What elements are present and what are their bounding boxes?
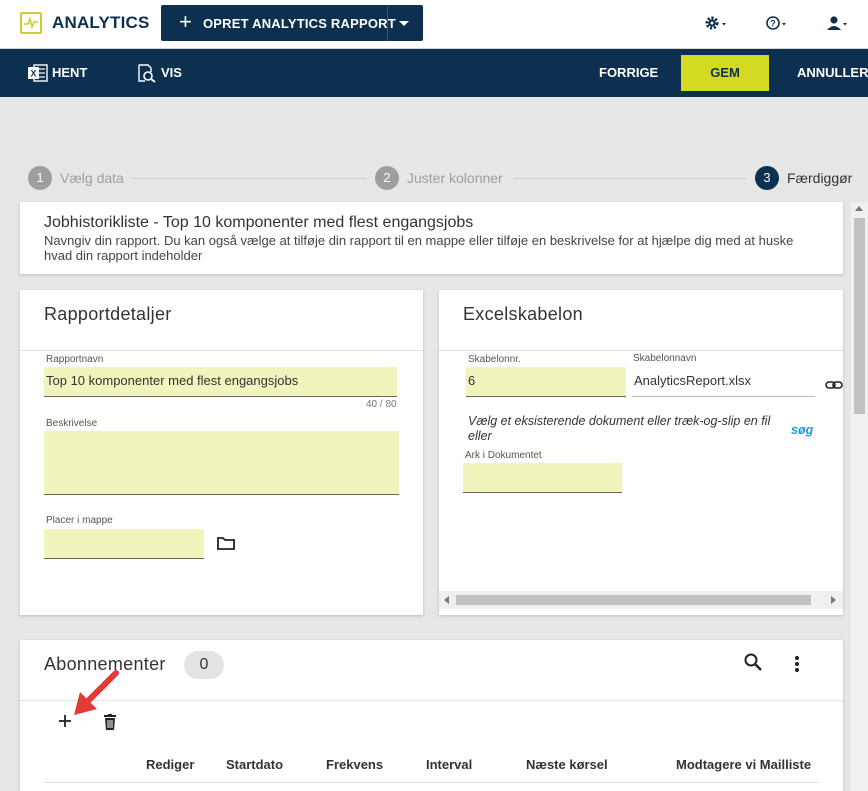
step-3-number: 3 bbox=[755, 166, 779, 190]
folder-icon[interactable] bbox=[217, 536, 235, 555]
column-header-rediger[interactable]: Rediger bbox=[146, 757, 194, 772]
step-1-number: 1 bbox=[28, 166, 52, 190]
user-account-icon[interactable] bbox=[826, 14, 850, 34]
scrollbar-thumb[interactable] bbox=[456, 595, 811, 605]
report-name-label: Rapportnavn bbox=[46, 354, 104, 365]
template-number-input[interactable]: 6 bbox=[466, 367, 626, 397]
action-bar: X HENT VIS FORRIGE GEM ANNULLER bbox=[0, 49, 868, 97]
gem-button[interactable]: GEM bbox=[681, 55, 769, 91]
report-details-card: Rapportdetaljer Rapportnavn Top 10 kompo… bbox=[20, 290, 423, 615]
annuller-button[interactable]: ANNULLER bbox=[797, 49, 868, 97]
settings-gear-icon[interactable] bbox=[703, 14, 727, 34]
report-title: Jobhistorikliste - Top 10 komponenter me… bbox=[44, 214, 474, 231]
scroll-up-arrow-icon[interactable] bbox=[855, 206, 863, 211]
report-details-header: Rapportdetaljer bbox=[20, 290, 423, 351]
template-upload-hint: Vælg et eksisterende dokument eller træk… bbox=[468, 414, 771, 443]
sheet-label: Ark i Dokumentet bbox=[465, 450, 542, 461]
vis-label: VIS bbox=[161, 65, 182, 80]
hent-label: HENT bbox=[52, 65, 88, 80]
app-title: ANALYTICS bbox=[52, 13, 150, 32]
step-3-label: Færdiggør bbox=[787, 170, 853, 186]
sheet-input[interactable] bbox=[463, 463, 622, 493]
description-textarea[interactable] bbox=[44, 431, 399, 495]
create-report-button[interactable]: + OPRET ANALYTICS RAPPORT bbox=[161, 5, 423, 41]
horizontal-scrollbar[interactable] bbox=[439, 591, 843, 609]
excel-template-header: Excelskabelon bbox=[439, 290, 843, 351]
button-divider bbox=[387, 5, 388, 41]
template-number-label: Skabelonnr. bbox=[468, 354, 521, 365]
preview-icon bbox=[138, 64, 156, 83]
folder-label: Placer i mappe bbox=[46, 515, 113, 526]
template-name-value: AnalyticsReport.xlsx bbox=[632, 367, 815, 397]
column-header-startdato[interactable]: Startdato bbox=[226, 757, 283, 772]
link-icon[interactable] bbox=[825, 377, 843, 395]
more-vertical-icon[interactable] bbox=[794, 655, 800, 678]
subscriptions-header: Abonnementer 0 bbox=[20, 640, 843, 701]
step-connector bbox=[513, 178, 747, 179]
help-icon[interactable]: ? bbox=[765, 14, 789, 34]
subscriptions-count-badge: 0 bbox=[184, 651, 224, 679]
scroll-left-arrow-icon[interactable] bbox=[444, 596, 449, 604]
forrige-button[interactable]: FORRIGE bbox=[599, 49, 658, 97]
excel-template-card: Excelskabelon Skabelonnr. 6 Skabelonnavn… bbox=[439, 290, 843, 615]
top-bar: ANALYTICS + OPRET ANALYTICS RAPPORT ? bbox=[0, 0, 868, 49]
vertical-scrollbar[interactable] bbox=[851, 202, 868, 791]
excel-icon: X bbox=[28, 64, 48, 82]
column-header-naeste-korsel[interactable]: Næste kørsel bbox=[526, 757, 608, 772]
plus-icon: + bbox=[179, 9, 192, 34]
template-name-label: Skabelonnavn bbox=[633, 353, 697, 364]
search-icon[interactable] bbox=[743, 652, 763, 677]
step-1-label: Vælg data bbox=[60, 170, 124, 186]
report-details-heading: Rapportdetaljer bbox=[44, 304, 172, 324]
scroll-right-arrow-icon[interactable] bbox=[831, 596, 836, 604]
report-instructions: Navngiv din rapport. Du kan også vælge a… bbox=[44, 233, 794, 263]
search-template-link[interactable]: søg bbox=[791, 423, 813, 437]
chevron-down-icon[interactable] bbox=[399, 21, 409, 26]
scrollbar-thumb[interactable] bbox=[854, 218, 865, 414]
svg-text:?: ? bbox=[770, 19, 776, 29]
report-name-input[interactable]: Top 10 komponenter med flest engangsjobs bbox=[44, 367, 397, 397]
annotation-arrow-icon bbox=[74, 670, 119, 715]
excel-template-heading: Excelskabelon bbox=[463, 304, 583, 324]
report-info-card: Jobhistorikliste - Top 10 komponenter me… bbox=[20, 202, 843, 274]
column-header-frekvens[interactable]: Frekvens bbox=[326, 757, 383, 772]
column-header-modtagere[interactable]: Modtagere vi Mailliste bbox=[676, 757, 811, 772]
analytics-logo-icon bbox=[20, 12, 42, 34]
step-connector bbox=[131, 178, 367, 179]
create-report-label: OPRET ANALYTICS RAPPORT bbox=[203, 16, 396, 31]
step-2-label: Juster kolonner bbox=[407, 170, 503, 186]
svg-text:X: X bbox=[30, 69, 36, 79]
step-2-number: 2 bbox=[375, 166, 399, 190]
report-name-counter: 40 / 80 bbox=[366, 399, 397, 410]
table-header-divider bbox=[44, 782, 819, 783]
column-header-interval[interactable]: Interval bbox=[426, 757, 472, 772]
folder-input[interactable] bbox=[44, 529, 204, 559]
description-label: Beskrivelse bbox=[46, 418, 98, 429]
